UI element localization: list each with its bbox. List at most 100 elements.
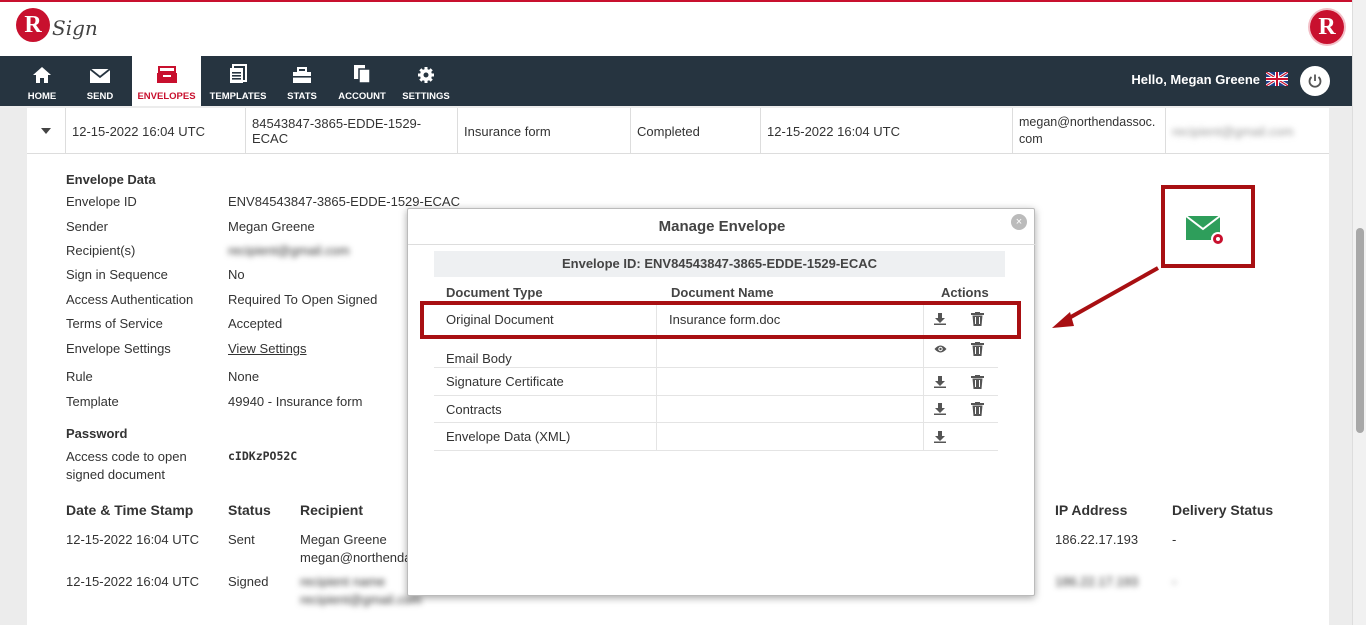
- history-row-2-status: Signed: [228, 574, 269, 589]
- nav-account[interactable]: ACCOUNT: [336, 56, 388, 106]
- trash-icon[interactable]: [971, 368, 984, 395]
- document-type: Email Body: [434, 336, 657, 367]
- nav-stats-label: STATS: [287, 91, 317, 102]
- document-row-email-body: Email Body: [434, 336, 998, 368]
- power-icon[interactable]: [1300, 66, 1330, 96]
- nav-account-label: ACCOUNT: [338, 91, 386, 102]
- field-value-sign-in-sequence: No: [228, 267, 245, 282]
- history-row-2-recipient-email: recipient@gmail.com: [300, 592, 422, 607]
- access-code-value: cIDKzPO52C: [228, 449, 298, 463]
- logo-wordmark: Sign: [52, 16, 98, 40]
- field-value-template: 49940 - Insurance form: [228, 394, 363, 409]
- envelope-updated-date: 12-15-2022 16:04 UTC: [761, 108, 1013, 154]
- uk-flag-icon[interactable]: [1265, 70, 1289, 88]
- header-document-type: Document Type: [446, 285, 543, 300]
- field-label-envelope-settings: Envelope Settings: [66, 341, 171, 356]
- nav-envelopes[interactable]: ENVELOPES: [132, 56, 201, 106]
- scrollbar-thumb[interactable]: [1356, 228, 1364, 433]
- history-row-2-ip: 186.22.17.193: [1055, 574, 1139, 589]
- history-row-1-recipient-email: megan@northenda: [300, 550, 412, 565]
- main-nav: HOME SEND ENVELOPES TEMPLATES STATS ACCO…: [0, 56, 1352, 106]
- nav-home-label: HOME: [27, 91, 57, 102]
- document-name-empty: [657, 368, 924, 395]
- mail-icon: [76, 56, 124, 86]
- document-icon: [208, 56, 268, 86]
- history-header-recipient: Recipient: [300, 502, 364, 518]
- header-document-name: Document Name: [671, 285, 774, 300]
- nav-send-label: SEND: [86, 91, 114, 102]
- envelope-sender-email: megan@northendassoc. com: [1013, 108, 1166, 154]
- envelope-recipient-cell: recipient@gmail.com: [1166, 108, 1329, 154]
- field-label-sender: Sender: [66, 219, 108, 234]
- rsign-logo[interactable]: R Sign: [16, 8, 98, 42]
- envelope-data-heading: Envelope Data: [66, 172, 156, 187]
- field-label-sign-in-sequence: Sign in Sequence: [66, 267, 168, 282]
- nav-envelopes-label: ENVELOPES: [137, 91, 196, 102]
- document-type: Contracts: [434, 396, 657, 422]
- envelope-code: 84543847-3865-EDDE-1529-ECAC: [246, 108, 458, 154]
- user-greeting[interactable]: Hello, Megan Greene: [1131, 72, 1260, 87]
- document-name-empty: [657, 423, 924, 450]
- close-icon[interactable]: ×: [1011, 214, 1027, 230]
- envelope-subject: Insurance form: [458, 108, 631, 154]
- page-scrollbar[interactable]: [1352, 0, 1366, 625]
- logo-mark: R: [16, 8, 50, 42]
- history-row-2-recipient-name: recipient name: [300, 574, 386, 589]
- access-code-label: Access code to open signed document: [66, 449, 187, 482]
- download-icon[interactable]: [934, 368, 946, 395]
- nav-send[interactable]: SEND: [76, 56, 124, 106]
- nav-home[interactable]: HOME: [18, 56, 66, 106]
- envelope-status: Completed: [631, 108, 761, 154]
- history-row-2-date: 12-15-2022 16:04 UTC: [66, 574, 199, 589]
- document-type: Envelope Data (XML): [434, 423, 657, 450]
- nav-settings-label: SETTINGS: [402, 91, 450, 102]
- envelope-row[interactable]: 12-15-2022 16:04 UTC 84543847-3865-EDDE-…: [27, 108, 1329, 154]
- history-header-ip: IP Address: [1055, 502, 1128, 518]
- rpost-logo: R: [1310, 10, 1344, 44]
- field-value-terms-of-service: Accepted: [228, 316, 283, 331]
- briefcase-icon: [278, 56, 326, 86]
- field-value-envelope-id: ENV84543847-3865-EDDE-1529-ECAC: [228, 194, 460, 209]
- annotation-arrow: [1052, 266, 1159, 328]
- document-row-envelope-data-xml: Envelope Data (XML): [434, 423, 998, 451]
- field-label-envelope-id: Envelope ID: [66, 194, 137, 209]
- home-icon: [18, 56, 66, 86]
- history-header-delivery: Delivery Status: [1172, 502, 1274, 518]
- field-label-terms-of-service: Terms of Service: [66, 316, 163, 331]
- document-row-signature-certificate: Signature Certificate: [434, 368, 998, 396]
- history-row-1-ip: 186.22.17.193: [1055, 532, 1139, 547]
- envelope-created-date: 12-15-2022 16:04 UTC: [66, 108, 246, 154]
- trash-icon[interactable]: [971, 396, 984, 422]
- nav-templates-label: TEMPLATES: [209, 91, 267, 102]
- nav-templates[interactable]: TEMPLATES: [208, 56, 268, 106]
- collapse-caret-icon[interactable]: [27, 108, 66, 154]
- nav-stats[interactable]: STATS: [278, 56, 326, 106]
- document-name-empty: [657, 336, 924, 367]
- manage-envelope-highlight: [1161, 185, 1255, 268]
- history-header-status: Status: [228, 502, 271, 518]
- gear-icon: [400, 56, 452, 86]
- field-value-sender: Megan Greene: [228, 219, 315, 234]
- history-row-1-delivery: -: [1172, 532, 1177, 547]
- download-icon[interactable]: [934, 423, 946, 450]
- field-value-access-authentication: Required To Open Signed: [228, 292, 378, 307]
- history-row-1-date: 12-15-2022 16:04 UTC: [66, 532, 199, 547]
- manage-envelope-icon[interactable]: [1185, 215, 1229, 250]
- document-row-contracts: Contracts: [434, 396, 998, 423]
- modal-title: Manage Envelope: [408, 209, 1036, 245]
- document-type: Signature Certificate: [434, 368, 657, 395]
- view-settings-link[interactable]: View Settings: [228, 341, 307, 356]
- nav-settings[interactable]: SETTINGS: [400, 56, 452, 106]
- top-bar: R Sign R: [0, 0, 1366, 56]
- header-actions: Actions: [941, 285, 989, 300]
- copy-icon: [336, 56, 388, 86]
- field-label-recipients: Recipient(s): [66, 243, 136, 258]
- eye-icon[interactable]: [934, 336, 947, 367]
- history-row-1-recipient-name: Megan Greene: [300, 532, 387, 547]
- field-label-access-authentication: Access Authentication: [66, 292, 194, 307]
- history-header-date: Date & Time Stamp: [66, 502, 194, 518]
- history-row-2-delivery: -: [1172, 574, 1177, 589]
- envelope-recipient-email: recipient@gmail.com: [1172, 123, 1294, 139]
- trash-icon[interactable]: [971, 336, 984, 367]
- download-icon[interactable]: [934, 396, 946, 422]
